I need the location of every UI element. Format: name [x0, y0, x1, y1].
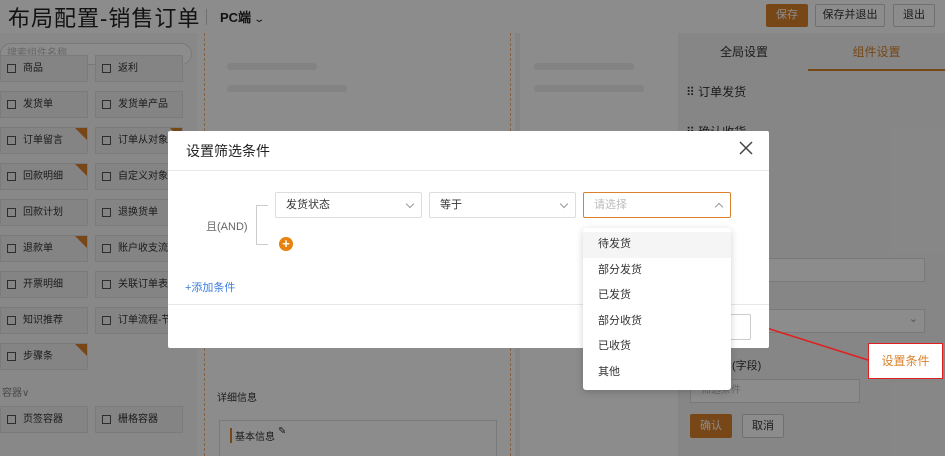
value-dropdown: 待发货 部分发货 已发货 部分收货 已收货 其他: [583, 228, 731, 390]
add-subcondition-icon[interactable]: +: [279, 237, 293, 251]
dropdown-option[interactable]: 待发货: [583, 232, 731, 258]
field-select[interactable]: 发货状态: [275, 192, 422, 218]
value-select[interactable]: 请选择: [583, 192, 731, 218]
operator-select-value: 等于: [440, 199, 462, 211]
dropdown-option[interactable]: 其他: [583, 360, 731, 386]
chevron-up-icon: [714, 202, 724, 212]
add-condition-link[interactable]: +添加条件: [185, 279, 235, 295]
chevron-down-icon: [559, 199, 569, 209]
set-condition-button[interactable]: 设置条件: [868, 343, 943, 379]
field-select-value: 发货状态: [286, 199, 330, 211]
condition-bracket: [256, 205, 268, 245]
logic-operator-label: 且(AND): [206, 221, 248, 233]
close-icon[interactable]: [738, 140, 754, 156]
operator-select[interactable]: 等于: [429, 192, 576, 218]
divider: [168, 170, 769, 171]
dropdown-option[interactable]: 已收货: [583, 334, 731, 360]
dropdown-option[interactable]: 部分发货: [583, 258, 731, 284]
dialog-title: 设置筛选条件: [186, 143, 270, 159]
chevron-down-icon: [405, 199, 415, 209]
dropdown-option[interactable]: 已发货: [583, 283, 731, 309]
value-select-placeholder: 请选择: [594, 199, 627, 211]
dropdown-option[interactable]: 部分收货: [583, 309, 731, 335]
